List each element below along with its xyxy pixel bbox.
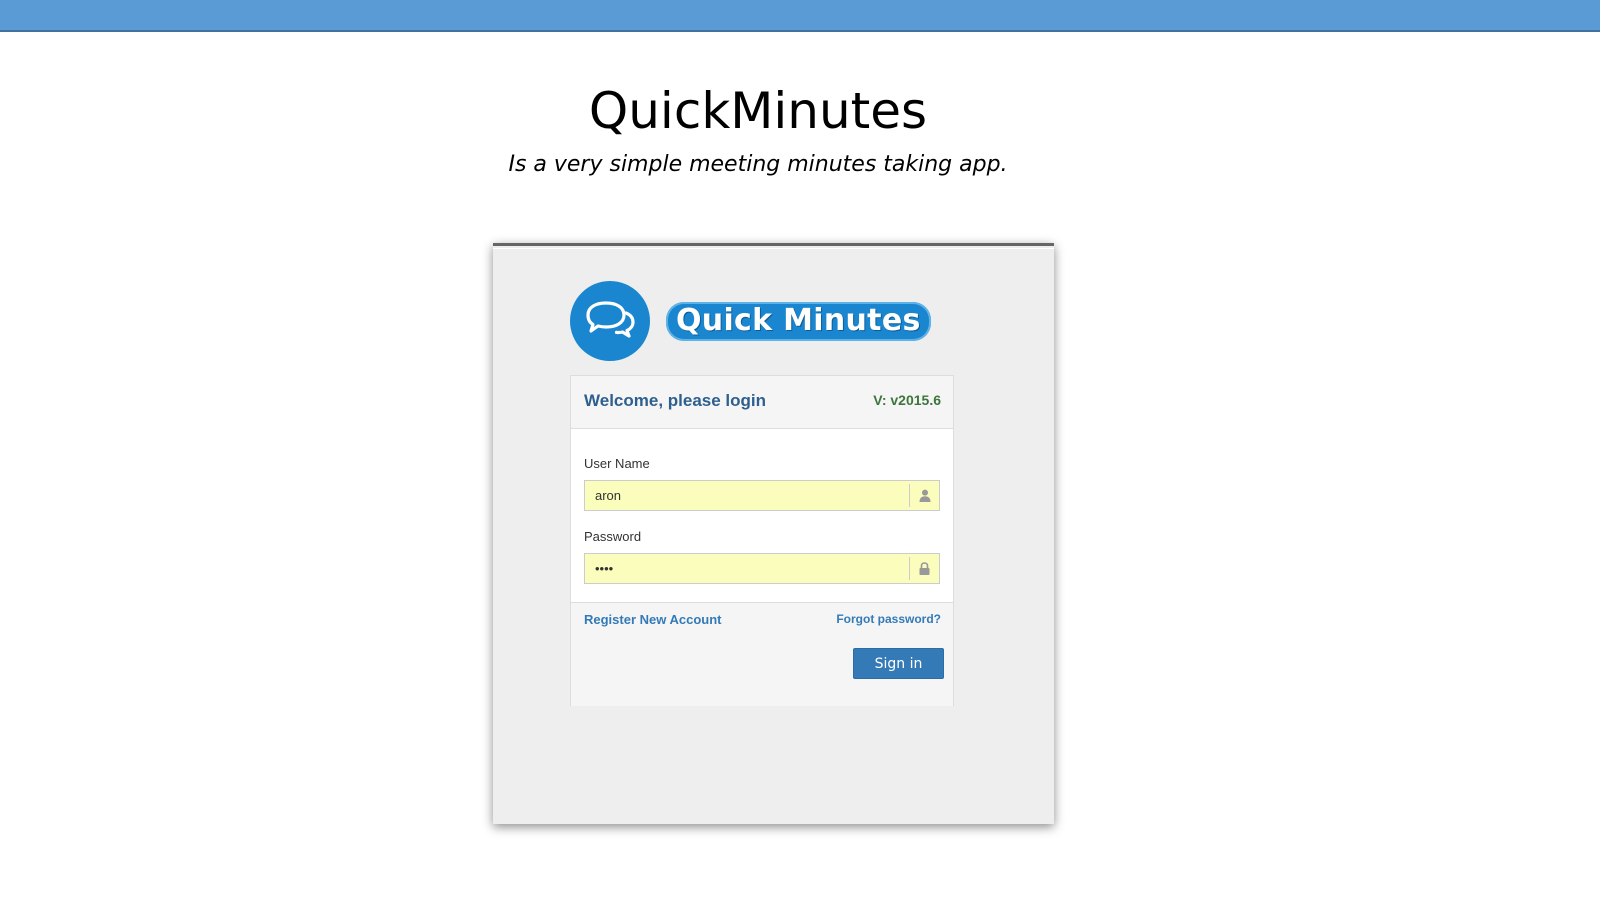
slide-title: QuickMinutes: [588, 82, 928, 140]
logo-wordmark: Quick Minutes: [666, 301, 931, 341]
username-input-group: [584, 480, 940, 511]
login-panel: Welcome, please login V: v2015.6 User Na…: [570, 375, 954, 706]
user-icon: [909, 484, 939, 507]
lock-icon: [909, 557, 939, 580]
top-bar: [0, 0, 1600, 32]
panel-header: Welcome, please login V: v2015.6: [571, 376, 953, 429]
password-label: Password: [584, 529, 642, 544]
username-label: User Name: [584, 456, 650, 471]
chat-bubbles-icon: [570, 281, 650, 361]
forgot-password-link[interactable]: Forgot password?: [836, 612, 941, 626]
register-account-link[interactable]: Register New Account: [584, 612, 722, 627]
password-input[interactable]: [585, 554, 909, 583]
login-screenshot: Quick Minutes Welcome, please login V: v…: [493, 243, 1054, 824]
login-form: User Name Password: [571, 429, 953, 602]
panel-footer: Register New Account Forgot password? Si…: [571, 602, 953, 706]
password-input-group: [584, 553, 940, 584]
slide-subtitle: Is a very simple meeting minutes taking …: [508, 152, 1008, 177]
app-logo: Quick Minutes: [570, 280, 931, 362]
signin-button[interactable]: Sign in: [853, 648, 944, 679]
version-label: V: v2015.6: [873, 392, 941, 408]
login-heading: Welcome, please login: [584, 391, 767, 410]
username-input[interactable]: [585, 481, 909, 510]
